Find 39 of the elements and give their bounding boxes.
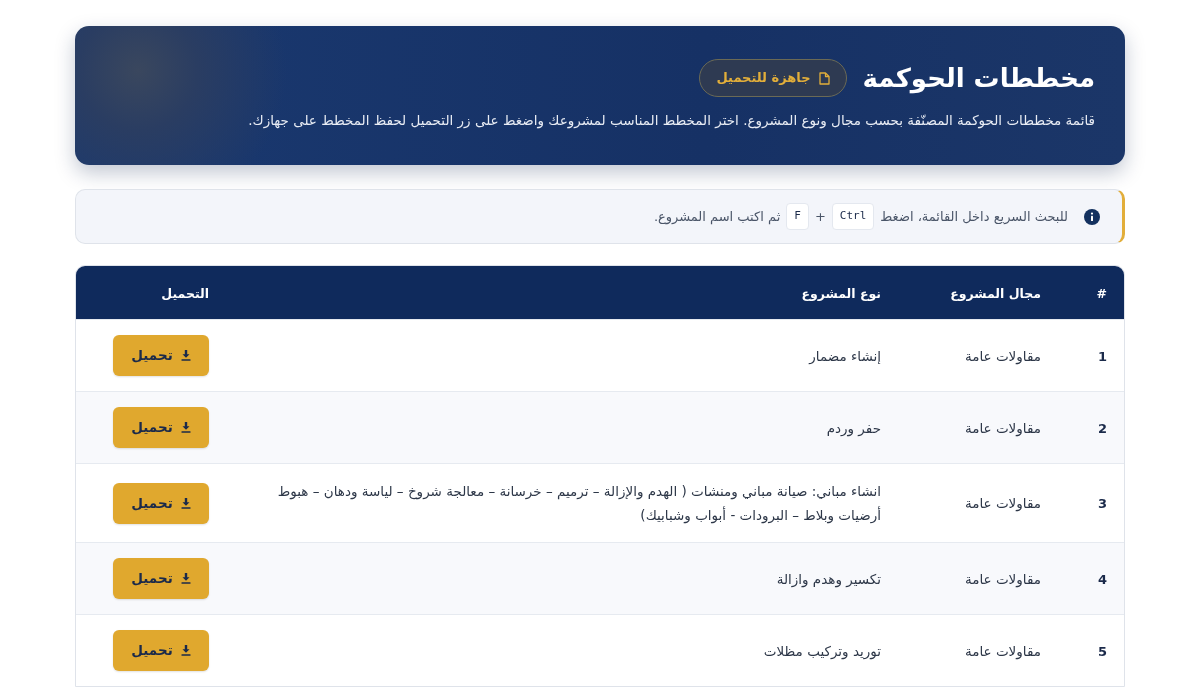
table-cell: مقاولات عامة xyxy=(964,495,1041,511)
download-icon xyxy=(180,645,191,656)
table-cell-text: توريد وتركيب مظلات xyxy=(762,641,881,662)
file-icon xyxy=(818,71,830,85)
row-number: 1 xyxy=(1097,348,1107,364)
tip-text: للبحث السريع داخل القائمة، اضغط xyxy=(880,207,1068,226)
download-button[interactable]: تحميل xyxy=(113,407,209,448)
status-badge: جاهزة للتحميل xyxy=(699,59,847,97)
download-icon xyxy=(180,497,191,509)
page-title: مخططات الحوكمة xyxy=(862,62,1095,96)
column-header: مجال المشروع xyxy=(950,285,1041,301)
row-number: 3 xyxy=(1097,496,1107,511)
download-button[interactable]: تحميل xyxy=(113,558,209,599)
table-cell-text: انشاء مباني: صيانة مباني ومنشات ( الهدم والإزالة – ترميم – خرسانة – معالجة شروخ – لياسة ودهان – هبوط أرضيات وبلاط – البرودات - أبواب وشبابيك) xyxy=(276,482,881,526)
table-cell-text: تكسير وهدم وازالة xyxy=(775,569,881,590)
page-description: قائمة مخططات الحوكمة المصنّفة بحسب مجال ونوع المشروع. اختر المخطط المناسب لمشروعك واضغط على زر التحميل لحفظ المخطط على جهازك. xyxy=(247,111,1095,131)
download-button[interactable]: تحميل xyxy=(113,482,209,524)
download-icon xyxy=(180,422,191,433)
column-header: # xyxy=(1096,285,1107,301)
row-number: 2 xyxy=(1097,420,1107,436)
download-icon xyxy=(180,350,191,361)
info-icon xyxy=(1084,208,1100,225)
row-number: 4 xyxy=(1097,571,1107,587)
plus-sign: + xyxy=(814,207,826,226)
table-cell: مقاولات عامة xyxy=(964,347,1041,364)
table-cell-text: حفر وردم xyxy=(825,418,881,439)
table-cell: مقاولات عامة xyxy=(964,419,1041,436)
download-button[interactable]: تحميل xyxy=(113,335,209,376)
tip-text: ثم اكتب اسم المشروع. xyxy=(653,207,781,227)
row-number: 5 xyxy=(1097,643,1107,659)
column-header: التحميل xyxy=(161,285,209,301)
keyboard-key: F xyxy=(786,203,809,230)
download-button[interactable]: تحميل xyxy=(113,630,209,671)
table-cell: مقاولات عامة xyxy=(964,570,1041,587)
download-icon xyxy=(180,573,191,584)
column-header: نوع المشروع xyxy=(801,285,881,301)
keyboard-key: Ctrl xyxy=(831,203,875,230)
table-cell: مقاولات عامة xyxy=(964,642,1041,659)
table-cell-text: إنشاء مضمار xyxy=(807,346,881,366)
